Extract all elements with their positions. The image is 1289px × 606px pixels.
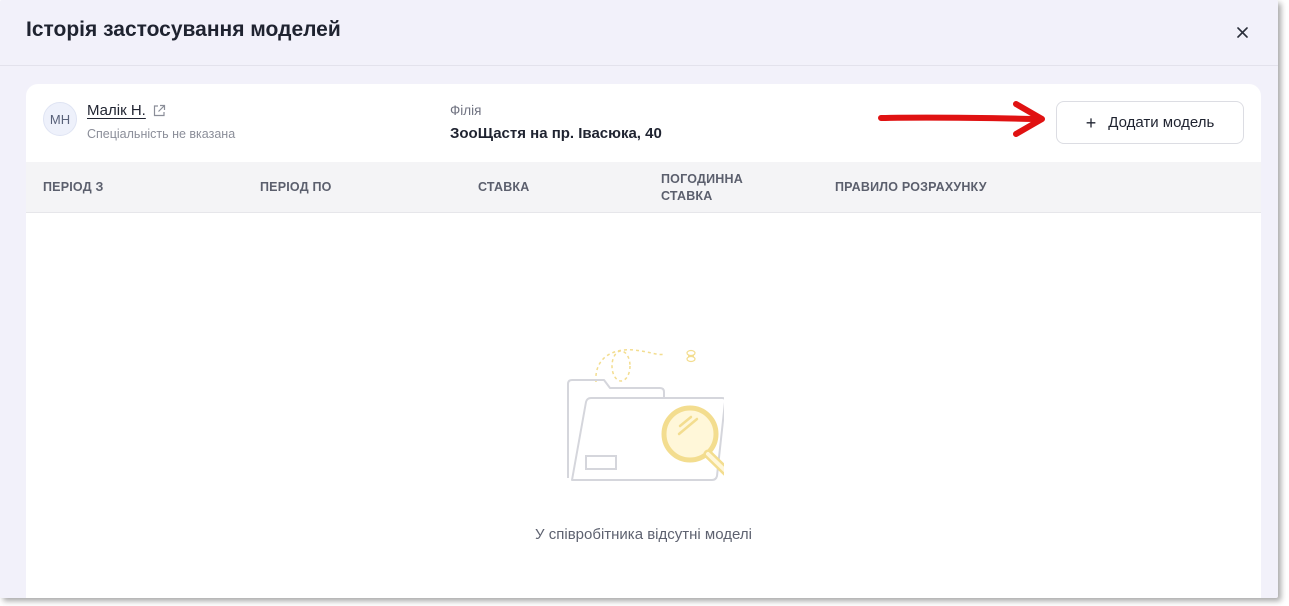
empty-folder-search-icon <box>567 348 724 481</box>
close-button[interactable] <box>1232 22 1252 42</box>
external-link-icon[interactable] <box>152 104 166 118</box>
add-model-button[interactable]: + Додати модель <box>1056 101 1244 144</box>
column-header-calculation-rule[interactable]: ПРАВИЛО РОЗРАХУНКУ <box>835 162 987 213</box>
content-card: МН Малік Н. Спеціальність не вказана Філ… <box>26 84 1261 598</box>
employee-name-group: Малік Н. <box>87 102 166 119</box>
employee-speciality: Спеціальність не вказана <box>87 127 236 141</box>
avatar: МН <box>43 102 77 136</box>
column-header-rate[interactable]: СТАВКА <box>478 162 529 213</box>
modal-header: Історія застосування моделей <box>0 0 1278 66</box>
column-header-hourly-rate[interactable]: ПОГОДИННА СТАВКА <box>661 162 771 213</box>
empty-state-message: У співробітника відсутні моделі <box>535 526 752 543</box>
employee-info-row: МН Малік Н. Спеціальність не вказана Філ… <box>26 84 1261 162</box>
column-header-period-from[interactable]: ПЕРІОД З <box>43 162 104 213</box>
close-icon <box>1236 26 1248 38</box>
plus-icon: + <box>1085 112 1097 133</box>
table-header: ПЕРІОД З ПЕРІОД ПО СТАВКА ПОГОДИННА СТАВ… <box>26 162 1261 213</box>
branch-value: ЗооЩастя на пр. Івасюка, 40 <box>450 125 662 142</box>
modal-title: Історія застосування моделей <box>26 18 341 41</box>
add-model-label: Додати модель <box>1108 114 1215 131</box>
annotation-arrow-icon <box>878 101 1045 137</box>
branch-label: Філія <box>450 103 482 118</box>
column-header-period-to[interactable]: ПЕРІОД ПО <box>260 162 332 213</box>
employee-name-link[interactable]: Малік Н. <box>87 102 146 119</box>
model-history-modal: Історія застосування моделей МН Малік Н.… <box>0 0 1278 598</box>
